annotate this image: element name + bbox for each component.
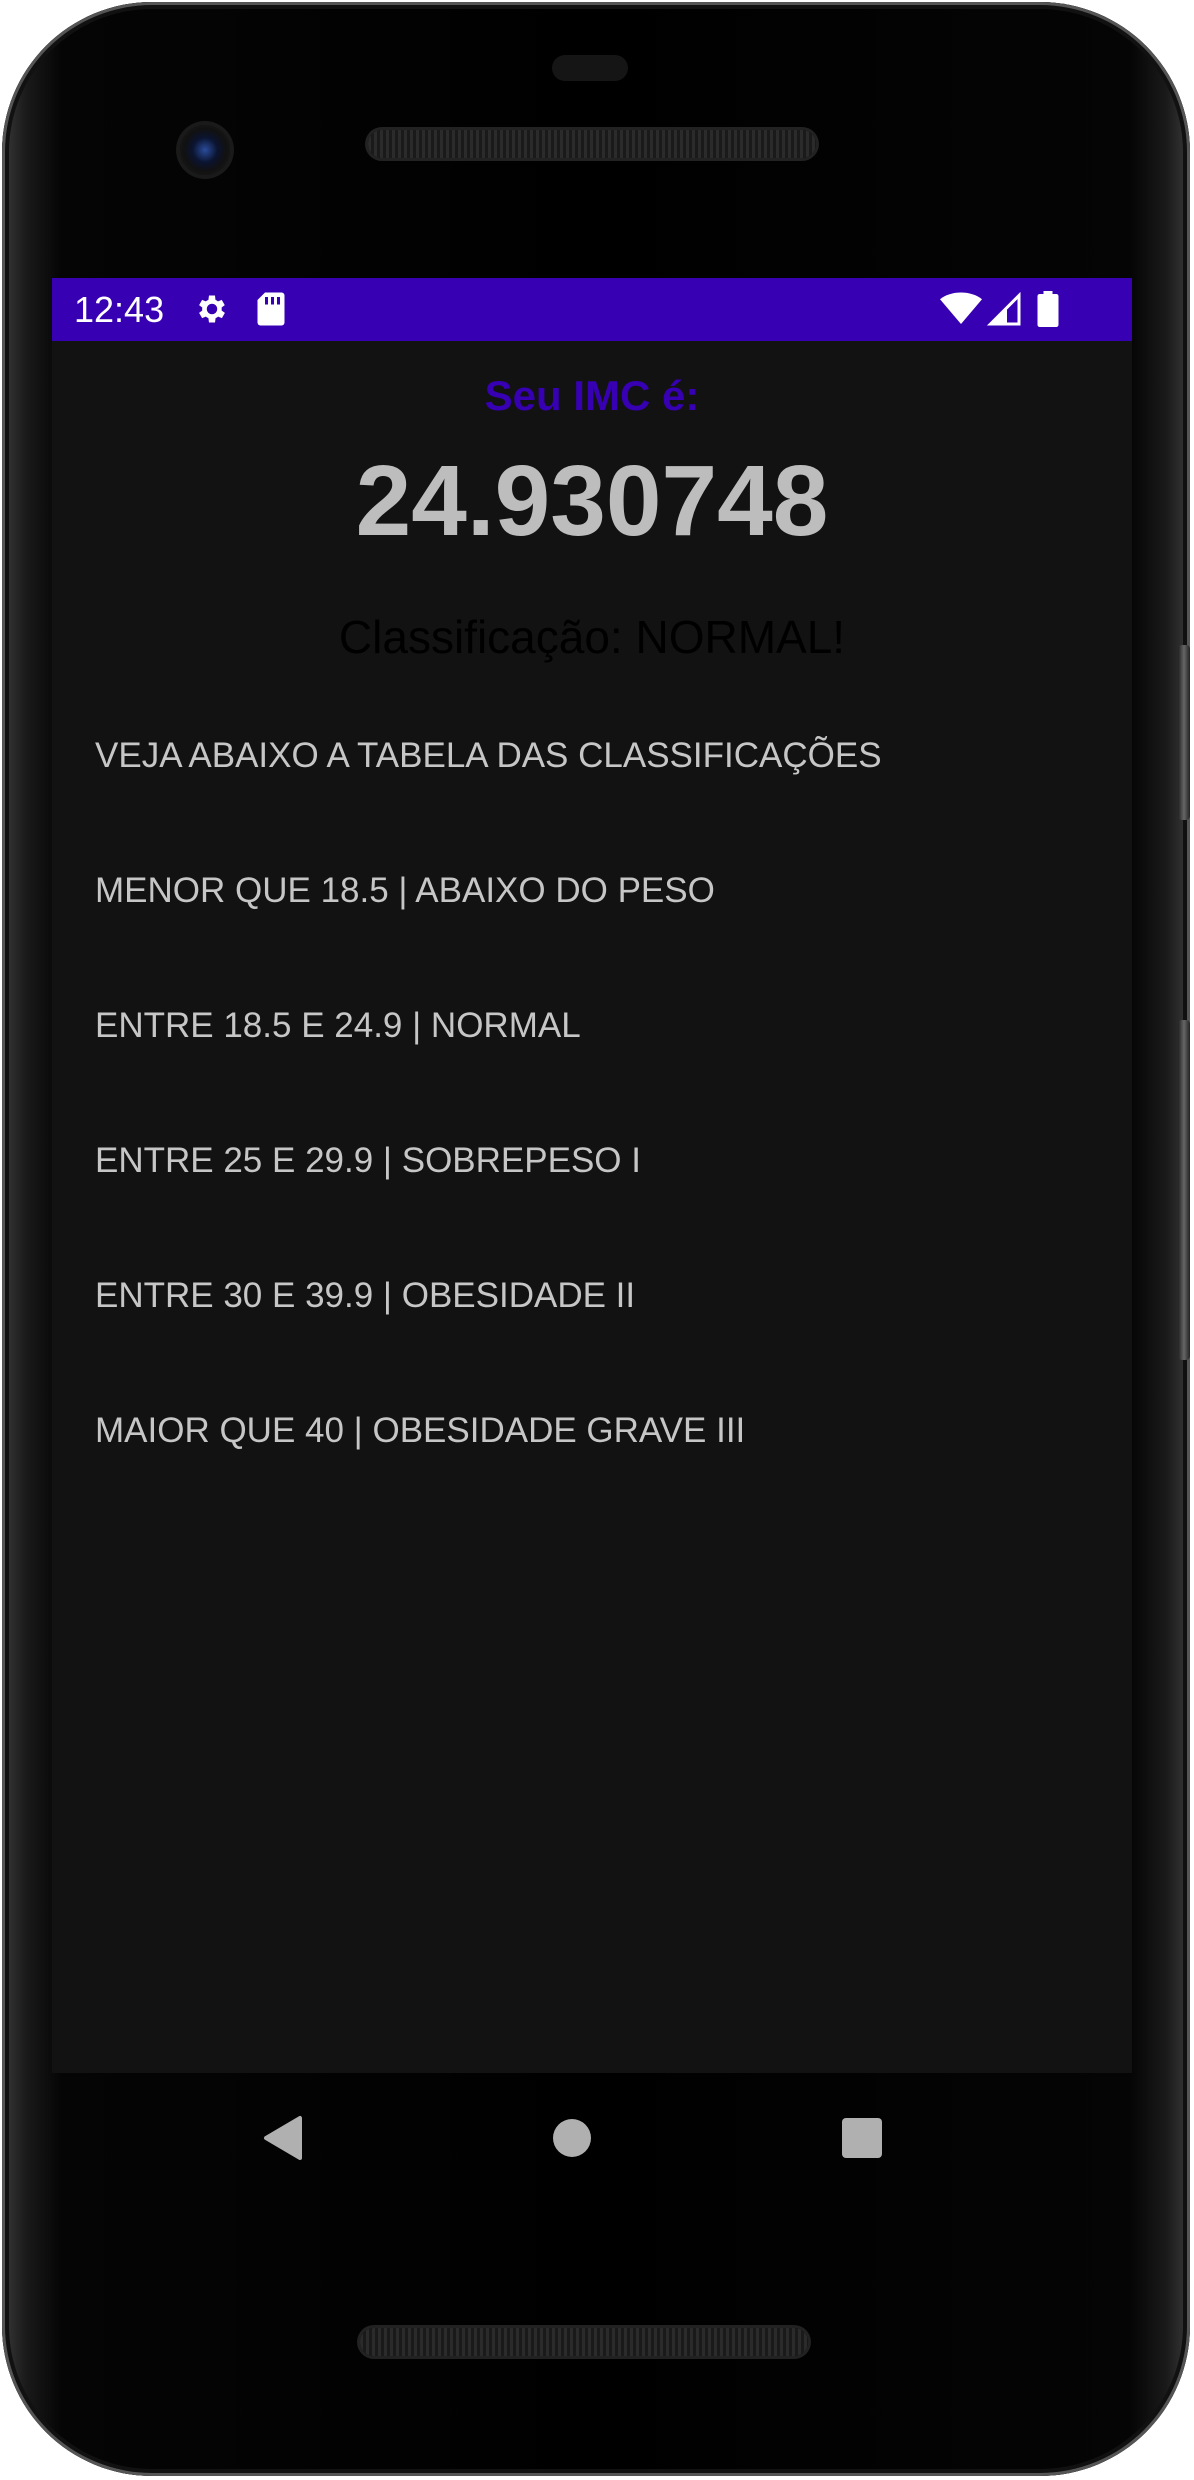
home-button[interactable] <box>542 2108 602 2168</box>
classification-row: MENOR QUE 18.5 | ABAIXO DO PESO <box>95 871 715 910</box>
recent-apps-button[interactable] <box>832 2108 892 2168</box>
earpiece-speaker <box>368 130 816 158</box>
table-heading: VEJA ABAIXO A TABELA DAS CLASSIFICAÇÕES <box>95 736 882 775</box>
back-icon <box>264 2116 302 2160</box>
status-time: 12:43 <box>74 289 165 330</box>
power-button <box>1178 1020 1190 1360</box>
classification-row: ENTRE 30 E 39.9 | OBESIDADE II <box>95 1276 636 1315</box>
status-bar: 12:43 <box>52 278 1132 341</box>
wifi-icon <box>940 291 982 332</box>
classification-row: ENTRE 18.5 E 24.9 | NORMAL <box>95 1006 581 1045</box>
signal-icon <box>986 291 1022 332</box>
classification-row: ENTRE 25 E 29.9 | SOBREPESO I <box>95 1141 641 1180</box>
navigation-bar <box>52 2073 1132 2203</box>
proximity-sensor <box>552 55 628 81</box>
bottom-speaker <box>360 2328 808 2356</box>
app-screen: 12:43 Seu IMC é: 24.930748 Classificação… <box>52 278 1132 2073</box>
result-title: Seu IMC é: <box>484 372 700 419</box>
sd-card-icon <box>256 291 286 332</box>
recent-apps-icon <box>842 2118 882 2158</box>
volume-button <box>1178 645 1190 820</box>
home-icon <box>553 2119 591 2157</box>
bmi-value: 24.930748 <box>355 445 829 557</box>
front-camera <box>180 125 230 175</box>
gear-icon <box>194 291 230 332</box>
classification-row: MAIOR QUE 40 | OBESIDADE GRAVE III <box>95 1411 746 1450</box>
classification-text: Classificação: NORMAL! <box>338 611 846 663</box>
battery-icon <box>1037 291 1059 332</box>
back-button[interactable] <box>252 2108 312 2168</box>
